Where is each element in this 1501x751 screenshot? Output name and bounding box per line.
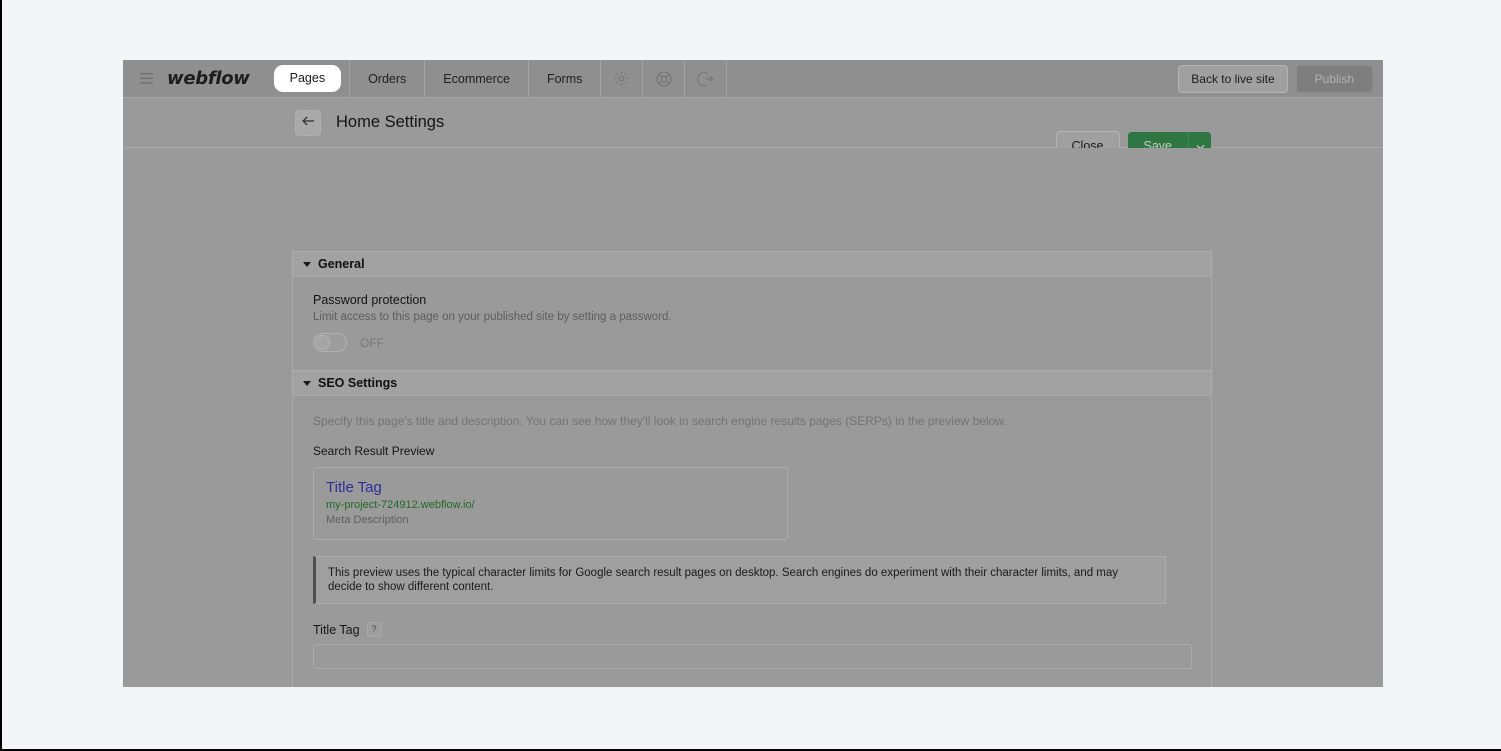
webflow-logo[interactable]: webflow bbox=[161, 60, 266, 97]
back-to-live-site-button[interactable]: Back to live site bbox=[1178, 64, 1288, 93]
tab-ecommerce-label: Ecommerce bbox=[443, 71, 510, 86]
title-tag-input[interactable] bbox=[313, 644, 1192, 669]
search-result-preview-label: Search Result Preview bbox=[313, 444, 435, 458]
hamburger-menu-button[interactable] bbox=[123, 60, 161, 97]
nav-spacer bbox=[726, 60, 1178, 97]
settings-header-bar: Home Settings Close Save bbox=[123, 98, 1383, 161]
tab-pages-label: Pages bbox=[273, 65, 342, 92]
character-limits-callout: This preview uses the typical character … bbox=[313, 556, 1166, 604]
top-navigation-bar: webflow Pages Orders Ecommerce Forms Bac… bbox=[123, 60, 1383, 98]
hamburger-icon bbox=[139, 73, 153, 84]
settings-panel: General Password protection Limit access… bbox=[292, 251, 1212, 687]
password-protection-toggle[interactable] bbox=[313, 333, 347, 352]
section-title-general: General bbox=[318, 257, 365, 271]
tab-forms-label: Forms bbox=[546, 71, 583, 86]
logout-button[interactable] bbox=[684, 60, 726, 97]
app-window: webflow Pages Orders Ecommerce Forms Bac… bbox=[123, 60, 1383, 687]
caret-down-icon bbox=[303, 380, 311, 386]
screen-root: webflow Pages Orders Ecommerce Forms Bac… bbox=[0, 0, 1501, 751]
section-header-seo-settings[interactable]: SEO Settings bbox=[292, 370, 1212, 396]
serp-url: my-project-724912.webflow.io/ bbox=[326, 499, 475, 511]
publish-button[interactable]: Publish bbox=[1295, 64, 1373, 93]
nav-tabs: Pages Orders Ecommerce Forms bbox=[266, 60, 601, 97]
toggle-knob bbox=[315, 335, 330, 350]
page-title: Home Settings bbox=[336, 113, 445, 131]
tab-ecommerce[interactable]: Ecommerce bbox=[424, 60, 528, 97]
password-protection-title: Password protection bbox=[313, 293, 427, 307]
section-title-seo-settings: SEO Settings bbox=[318, 376, 398, 390]
title-tag-label-row: Title Tag ? bbox=[313, 622, 1191, 637]
title-tag-help-icon[interactable]: ? bbox=[366, 622, 382, 637]
tab-orders-label: Orders bbox=[368, 71, 407, 86]
arrow-left-icon bbox=[301, 114, 315, 132]
title-tag-label: Title Tag bbox=[313, 622, 360, 637]
password-protection-row: OFF bbox=[313, 333, 1191, 352]
password-protection-description: Limit access to this page on your publis… bbox=[313, 311, 672, 323]
seo-intro-text: Specify this page's title and descriptio… bbox=[313, 414, 1007, 428]
search-result-preview-card: Title Tag my-project-724912.webflow.io/ … bbox=[313, 467, 788, 540]
serp-title: Title Tag bbox=[326, 479, 382, 496]
tab-pages[interactable]: Pages bbox=[266, 60, 349, 97]
nav-right-actions: Back to live site Publish bbox=[1178, 60, 1383, 97]
tab-orders[interactable]: Orders bbox=[349, 60, 424, 97]
section-body-general: Password protection Limit access to this… bbox=[292, 277, 1212, 371]
section-body-seo-settings: Specify this page's title and descriptio… bbox=[292, 396, 1212, 687]
life-preserver-icon bbox=[655, 70, 673, 88]
section-header-general[interactable]: General bbox=[292, 251, 1212, 277]
tab-forms[interactable]: Forms bbox=[527, 60, 600, 97]
logout-icon bbox=[697, 70, 715, 88]
back-button[interactable] bbox=[295, 109, 321, 136]
serp-description: Meta Description bbox=[326, 514, 409, 526]
settings-body: General Password protection Limit access… bbox=[123, 148, 1383, 687]
gear-icon bbox=[613, 70, 630, 87]
password-protection-state: OFF bbox=[360, 335, 384, 350]
site-settings-button[interactable] bbox=[600, 60, 642, 97]
help-button[interactable] bbox=[642, 60, 684, 97]
caret-down-icon bbox=[303, 261, 311, 267]
